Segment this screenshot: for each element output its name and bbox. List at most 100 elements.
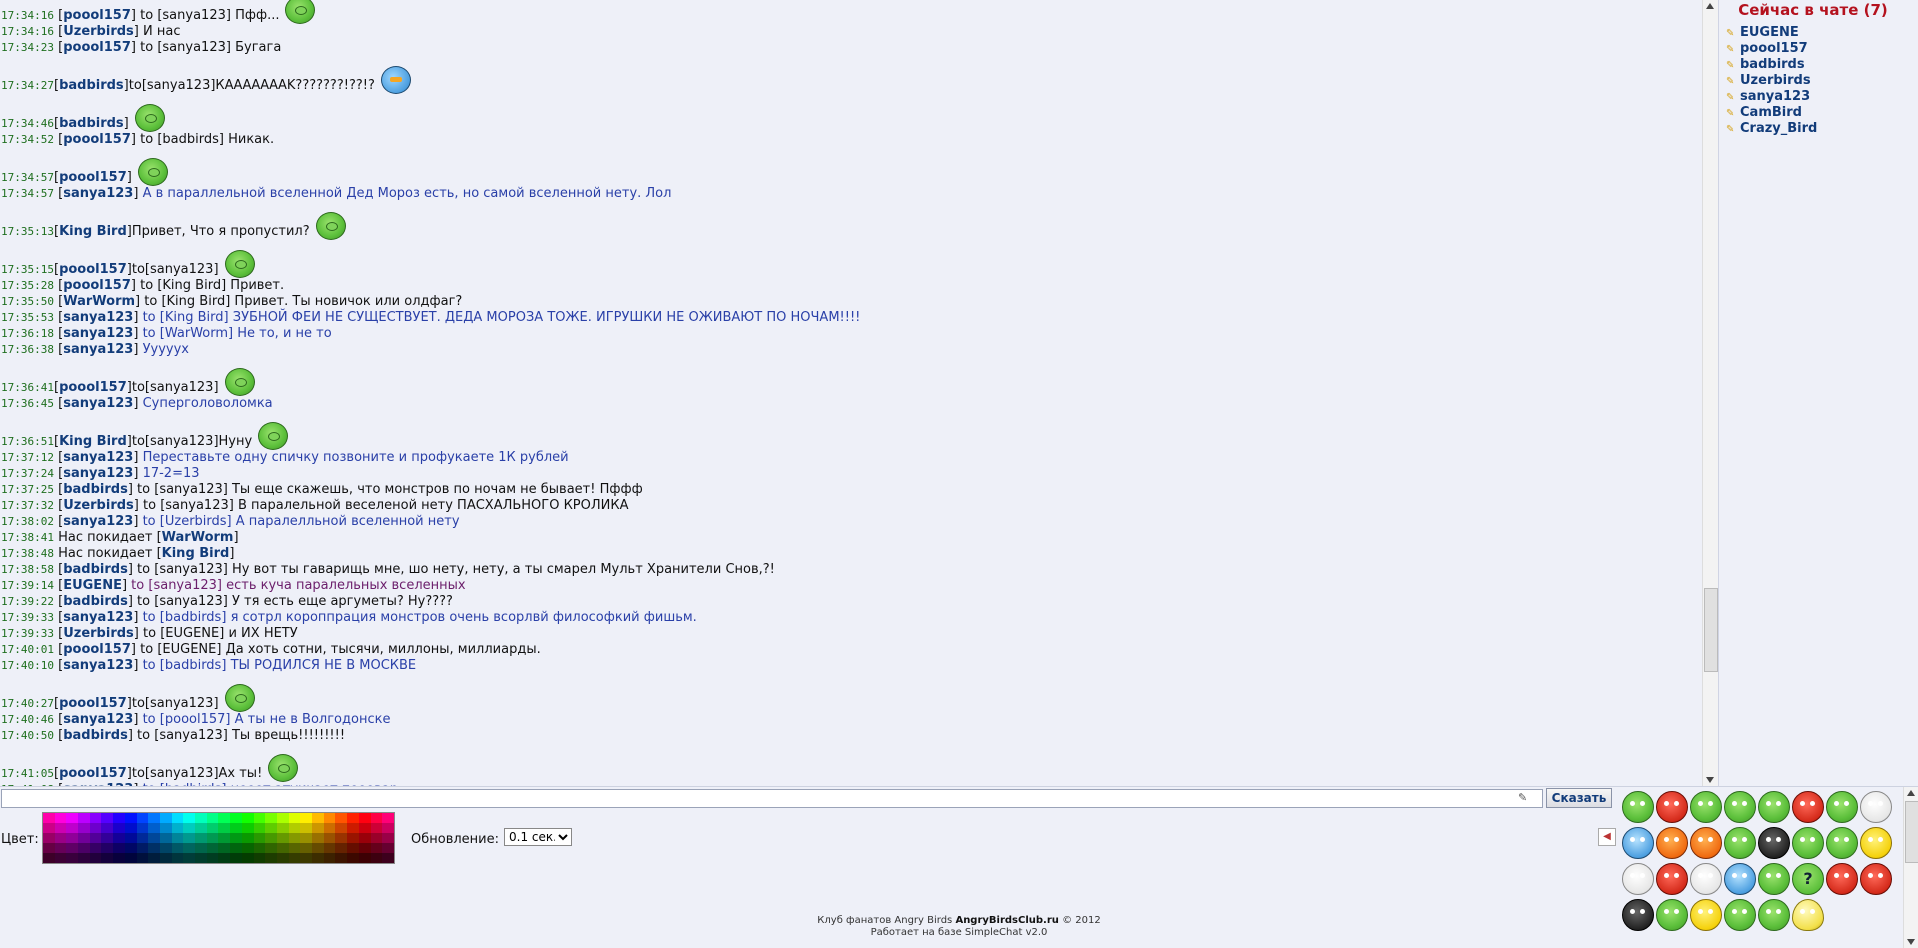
palette-swatch[interactable] [288,833,301,843]
palette-swatch[interactable] [382,833,394,843]
message-recipient[interactable]: Uzerbirds [165,514,227,529]
palette-swatch[interactable] [206,823,219,833]
palette-swatch[interactable] [312,813,324,823]
palette-swatch[interactable] [101,843,114,853]
black-emoticon-icon[interactable] [1758,827,1790,859]
message-nick[interactable]: poool157 [63,40,131,55]
palette-swatch[interactable] [265,833,277,843]
message-nick[interactable]: sanya123 [63,396,133,411]
palette-swatch[interactable] [230,833,242,843]
scroll-down-arrow-icon[interactable] [1706,777,1714,783]
message-recipient[interactable]: sanya123 [159,594,222,609]
palette-swatch[interactable] [148,813,160,823]
palette-swatch[interactable] [347,833,359,843]
palette-swatch[interactable] [358,833,371,843]
red-emoticon-icon[interactable] [1656,863,1688,895]
palette-swatch[interactable] [183,813,196,823]
message-recipient[interactable]: WarWorm [165,326,228,341]
palette-swatch[interactable] [148,853,160,863]
message-nick[interactable]: sanya123 [63,186,133,201]
red-emoticon-icon[interactable] [1792,791,1824,823]
palette-swatch[interactable] [253,833,266,843]
palette-swatch[interactable] [382,813,394,823]
palette-swatch[interactable] [66,813,79,823]
pig-emoticon-icon[interactable] [1724,791,1756,823]
message-nick[interactable]: badbirds [59,116,124,132]
online-user[interactable]: ✎ EUGENE [1726,25,1918,41]
palette-swatch[interactable] [312,823,324,833]
chat-log-scrollbar[interactable] [1702,0,1718,786]
palette-swatch[interactable] [113,843,125,853]
palette-swatch[interactable] [136,813,149,823]
message-nick[interactable]: King Bird [59,434,127,450]
palette-swatch[interactable] [300,843,313,853]
message-nick[interactable]: poool157 [59,696,127,712]
pig-emoticon-icon[interactable] [1758,863,1790,895]
palette-swatch[interactable] [124,833,137,843]
palette-swatch[interactable] [218,813,231,823]
palette-swatch[interactable] [370,843,383,853]
palette-swatch[interactable] [241,843,254,853]
message-input[interactable] [1,789,1543,808]
online-user-name[interactable]: Crazy_Bird [1740,121,1817,136]
message-nick[interactable]: Uzerbirds [63,626,134,641]
palette-swatch[interactable] [171,813,184,823]
palette-swatch[interactable] [113,823,125,833]
palette-swatch[interactable] [78,843,90,853]
palette-swatch[interactable] [276,853,289,863]
palette-swatch[interactable] [265,823,277,833]
palette-swatch[interactable] [347,843,359,853]
pig-emoticon-icon[interactable] [1724,827,1756,859]
palette-swatch[interactable] [43,843,55,853]
online-user[interactable]: ✎ sanya123 [1726,89,1918,105]
palette-swatch[interactable] [159,833,172,843]
palette-swatch[interactable] [78,813,90,823]
palette-swatch[interactable] [358,813,371,823]
palette-swatch[interactable] [124,813,137,823]
palette-swatch[interactable] [136,823,149,833]
message-nick[interactable]: sanya123 [63,658,133,673]
input-wand-icon[interactable]: ✎ [1518,791,1527,804]
scroll-up-arrow-icon[interactable] [1907,790,1915,796]
palette-swatch[interactable] [230,813,242,823]
palette-swatch[interactable] [183,823,196,833]
palette-swatch[interactable] [171,843,184,853]
palette-swatch[interactable] [265,853,277,863]
color-palette[interactable] [42,812,395,864]
message-nick[interactable]: badbirds [63,562,128,577]
message-recipient[interactable]: King Bird [165,310,224,325]
message-recipient[interactable]: badbirds [165,658,221,673]
palette-swatch[interactable] [124,853,137,863]
online-user-name[interactable]: badbirds [1740,57,1805,72]
white-emoticon-icon[interactable] [1622,863,1654,895]
palette-swatch[interactable] [136,843,149,853]
palette-swatch[interactable] [347,853,359,863]
online-user-name[interactable]: sanya123 [1740,89,1810,104]
palette-swatch[interactable] [159,813,172,823]
palette-swatch[interactable] [195,833,207,843]
red-emoticon-icon[interactable] [1826,863,1858,895]
palette-swatch[interactable] [66,833,79,843]
palette-swatch[interactable] [241,823,254,833]
palette-swatch[interactable] [323,823,336,833]
q-emoticon-icon[interactable]: ? [1792,863,1824,895]
palette-swatch[interactable] [159,823,172,833]
palette-swatch[interactable] [89,853,102,863]
message-recipient[interactable]: sanya123 [159,562,222,577]
message-nick[interactable]: poool157 [63,278,131,293]
message-nick[interactable]: poool157 [59,170,127,186]
palette-swatch[interactable] [159,853,172,863]
palette-swatch[interactable] [54,833,67,843]
palette-swatch[interactable] [323,843,336,853]
message-recipient[interactable]: badbirds [165,610,221,625]
palette-swatch[interactable] [218,823,231,833]
message-nick[interactable]: EUGENE [63,578,122,593]
scroll-up-arrow-icon[interactable] [1706,3,1714,9]
message-recipient[interactable]: sanya123 [147,78,210,94]
online-user-name[interactable]: EUGENE [1740,25,1799,40]
online-user[interactable]: ✎ poool157 [1726,41,1918,57]
message-nick[interactable]: badbirds [59,78,124,94]
palette-swatch[interactable] [195,823,207,833]
palette-swatch[interactable] [43,813,55,823]
palette-swatch[interactable] [218,853,231,863]
